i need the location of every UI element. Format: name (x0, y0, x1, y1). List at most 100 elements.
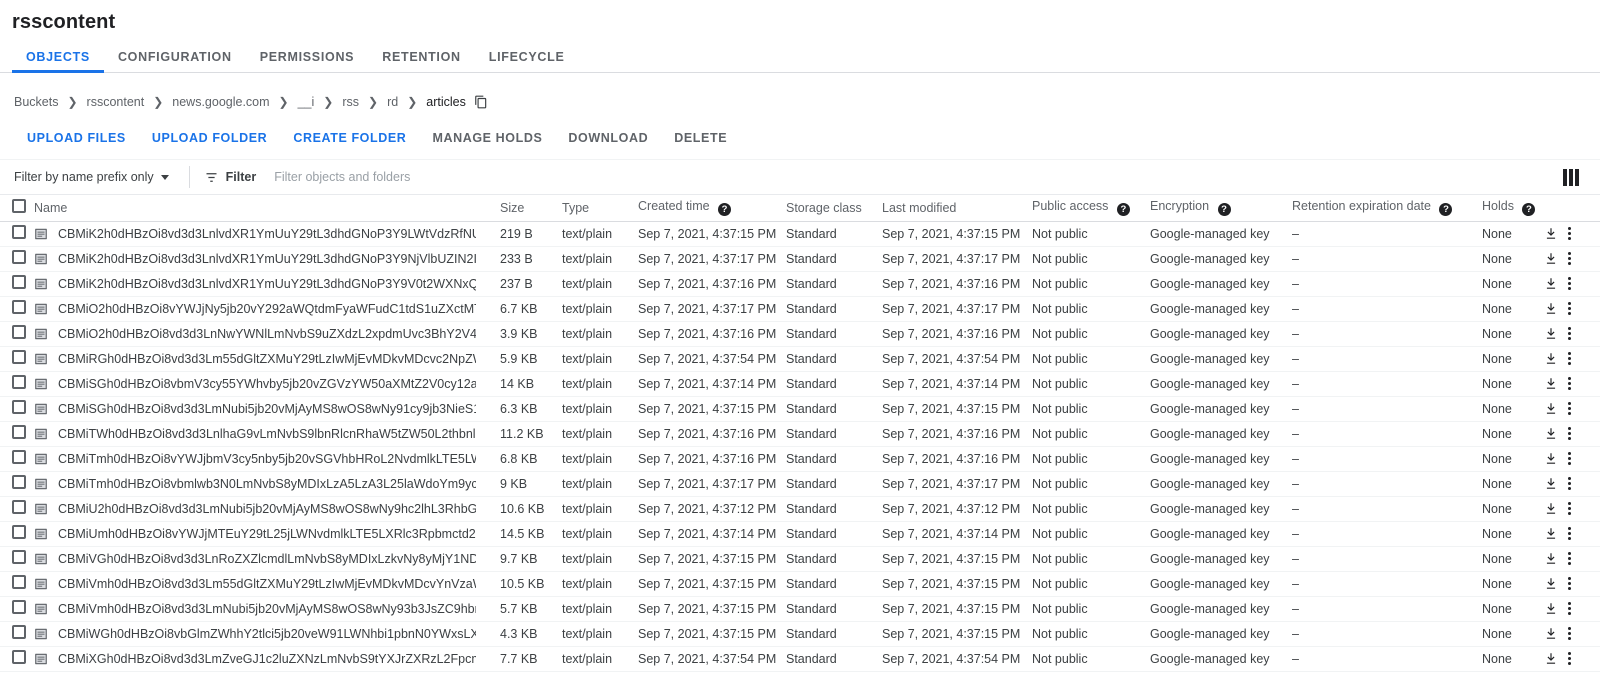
download-icon[interactable] (1544, 426, 1558, 441)
upload-folder-button[interactable]: UPLOAD FOLDER (139, 131, 280, 145)
download-icon[interactable] (1544, 276, 1558, 291)
column-header-storage-class[interactable]: Storage class (786, 195, 882, 222)
object-name-link[interactable]: CBMiK2h0dHBzOi8vd3d3LnlvdXR1YmUuY29tL3dh… (58, 277, 476, 291)
more-vert-icon[interactable] (1568, 377, 1571, 390)
help-icon[interactable]: ? (1439, 203, 1453, 217)
tab-lifecycle[interactable]: LIFECYCLE (475, 50, 579, 72)
column-header-encryption[interactable]: Encryption ? (1150, 195, 1292, 222)
download-icon[interactable] (1544, 626, 1558, 641)
row-checkbox[interactable] (12, 425, 26, 439)
row-checkbox[interactable] (12, 400, 26, 414)
object-name-link[interactable]: CBMiRGh0dHBzOi8vd3d3Lm55dGltZXMuY29tLzIw… (58, 352, 476, 366)
object-name-link[interactable]: CBMiTmh0dHBzOi8vYWJjbmV3cy5nby5jb20vSGVh… (58, 452, 476, 466)
row-checkbox[interactable] (12, 375, 26, 389)
name-prefix-filter-select[interactable]: Filter by name prefix only (8, 170, 175, 184)
object-name-link[interactable]: CBMiWGh0dHBzOi8vbGlmZWhhY2tlci5jb20veW91… (58, 627, 476, 641)
column-header-holds[interactable]: Holds ? (1482, 195, 1544, 222)
row-checkbox[interactable] (12, 500, 26, 514)
row-checkbox[interactable] (12, 225, 26, 239)
download-icon[interactable] (1544, 501, 1558, 516)
download-icon[interactable] (1544, 526, 1558, 541)
table-row[interactable]: CBMiRGh0dHBzOi8vd3d3Lm55dGltZXMuY29tLzIw… (0, 346, 1600, 372)
download-icon[interactable] (1544, 651, 1558, 666)
more-vert-icon[interactable] (1568, 502, 1571, 515)
download-icon[interactable] (1544, 401, 1558, 416)
tab-configuration[interactable]: CONFIGURATION (104, 50, 246, 72)
breadcrumb-item-6[interactable]: articles (426, 95, 466, 109)
column-header-name[interactable]: Name (34, 195, 500, 222)
more-vert-icon[interactable] (1568, 352, 1571, 365)
copy-path-icon[interactable] (474, 95, 488, 109)
table-row[interactable]: CBMiK2h0dHBzOi8vd3d3LnlvdXR1YmUuY29tL3dh… (0, 246, 1600, 272)
create-folder-button[interactable]: CREATE FOLDER (280, 131, 419, 145)
object-name-link[interactable]: CBMiVGh0dHBzOi8vd3d3LnRoZXZlcmdlLmNvbS8y… (58, 552, 476, 566)
table-row[interactable]: CBMiTmh0dHBzOi8vbmlwb3N0LmNvbS8yMDIxLzA5… (0, 471, 1600, 497)
more-vert-icon[interactable] (1568, 427, 1571, 440)
more-vert-icon[interactable] (1568, 252, 1571, 265)
column-header-type[interactable]: Type (562, 195, 638, 222)
breadcrumb-item-0[interactable]: Buckets (14, 95, 58, 109)
download-icon[interactable] (1544, 601, 1558, 616)
tab-permissions[interactable]: PERMISSIONS (246, 50, 369, 72)
breadcrumb-item-5[interactable]: rd (387, 95, 398, 109)
object-name-link[interactable]: CBMiO2h0dHBzOi8vd3d3LnNwYWNlLmNvbS9uZXdz… (58, 327, 476, 341)
object-name-link[interactable]: CBMiVmh0dHBzOi8vd3d3Lm55dGltZXMuY29tLzIw… (58, 577, 476, 591)
table-row[interactable]: CBMiO2h0dHBzOi8vd3d3LnNwYWNlLmNvbS9uZXdz… (0, 321, 1600, 347)
row-checkbox[interactable] (12, 300, 26, 314)
breadcrumb-item-1[interactable]: rsscontent (87, 95, 145, 109)
object-name-link[interactable]: CBMiK2h0dHBzOi8vd3d3LnlvdXR1YmUuY29tL3dh… (58, 227, 476, 241)
download-icon[interactable] (1544, 326, 1558, 341)
row-checkbox[interactable] (12, 625, 26, 639)
object-name-link[interactable]: CBMiSGh0dHBzOi8vd3d3LmNubi5jb20vMjAyMS8w… (58, 402, 476, 416)
row-checkbox[interactable] (12, 350, 26, 364)
column-header-created-time[interactable]: Created time ? (638, 195, 786, 222)
more-vert-icon[interactable] (1568, 227, 1571, 240)
table-row[interactable]: CBMiUmh0dHBzOi8vYWJjMTEuY29tL25jLWNvdmlk… (0, 521, 1600, 547)
table-row[interactable]: CBMiVGh0dHBzOi8vd3d3LnRoZXZlcmdlLmNvbS8y… (0, 546, 1600, 572)
table-row[interactable]: CBMiK2h0dHBzOi8vd3d3LnlvdXR1YmUuY29tL3dh… (0, 221, 1600, 247)
row-checkbox[interactable] (12, 525, 26, 539)
object-name-link[interactable]: CBMiTWh0dHBzOi8vd3d3LnlhaG9vLmNvbS9lbnRl… (58, 427, 476, 441)
help-icon[interactable]: ? (1217, 203, 1231, 217)
table-row[interactable]: CBMiVmh0dHBzOi8vd3d3Lm55dGltZXMuY29tLzIw… (0, 571, 1600, 597)
download-button[interactable]: DOWNLOAD (555, 131, 661, 145)
table-row[interactable]: CBMiSGh0dHBzOi8vbmV3cy55YWhvby5jb20vZGVz… (0, 371, 1600, 397)
tab-objects[interactable]: OBJECTS (12, 50, 104, 73)
table-row[interactable]: CBMiSGh0dHBzOi8vd3d3LmNubi5jb20vMjAyMS8w… (0, 396, 1600, 422)
delete-button[interactable]: DELETE (661, 131, 740, 145)
object-name-link[interactable]: CBMiSGh0dHBzOi8vbmV3cy55YWhvby5jb20vZGVz… (58, 377, 476, 391)
more-vert-icon[interactable] (1568, 402, 1571, 415)
table-row[interactable]: CBMiXGh0dHBzOi8vd3d3LmZveGJ1c2luZXNzLmNv… (0, 646, 1600, 672)
filter-input[interactable] (272, 169, 733, 185)
column-header-retention-expiration[interactable]: Retention expiration date ? (1292, 195, 1482, 222)
download-icon[interactable] (1544, 351, 1558, 366)
download-icon[interactable] (1544, 551, 1558, 566)
object-name-link[interactable]: CBMiU2h0dHBzOi8vd3d3LmNubi5jb20vMjAyMS8w… (58, 502, 476, 516)
column-header-size[interactable]: Size (500, 195, 562, 222)
download-icon[interactable] (1544, 226, 1558, 241)
manage-holds-button[interactable]: MANAGE HOLDS (419, 131, 555, 145)
row-checkbox[interactable] (12, 600, 26, 614)
more-vert-icon[interactable] (1568, 577, 1571, 590)
row-checkbox[interactable] (12, 450, 26, 464)
column-header-last-modified[interactable]: Last modified (882, 195, 1032, 222)
object-name-link[interactable]: CBMiK2h0dHBzOi8vd3d3LnlvdXR1YmUuY29tL3dh… (58, 252, 476, 266)
breadcrumb-item-2[interactable]: news.google.com (172, 95, 269, 109)
help-icon[interactable]: ? (1522, 203, 1536, 217)
more-vert-icon[interactable] (1568, 477, 1571, 490)
filter-button[interactable]: Filter (204, 170, 256, 185)
row-checkbox[interactable] (12, 275, 26, 289)
table-row[interactable]: CBMiK2h0dHBzOi8vd3d3LnlvdXR1YmUuY29tL3dh… (0, 271, 1600, 297)
more-vert-icon[interactable] (1568, 452, 1571, 465)
breadcrumb-item-4[interactable]: rss (342, 95, 359, 109)
object-name-link[interactable]: CBMiUmh0dHBzOi8vYWJjMTEuY29tL25jLWNvdmlk… (58, 527, 476, 541)
row-checkbox[interactable] (12, 325, 26, 339)
column-settings-icon[interactable] (1563, 168, 1582, 186)
tab-retention[interactable]: RETENTION (368, 50, 475, 72)
more-vert-icon[interactable] (1568, 277, 1571, 290)
row-checkbox[interactable] (12, 550, 26, 564)
download-icon[interactable] (1544, 451, 1558, 466)
more-vert-icon[interactable] (1568, 302, 1571, 315)
download-icon[interactable] (1544, 376, 1558, 391)
row-checkbox[interactable] (12, 575, 26, 589)
